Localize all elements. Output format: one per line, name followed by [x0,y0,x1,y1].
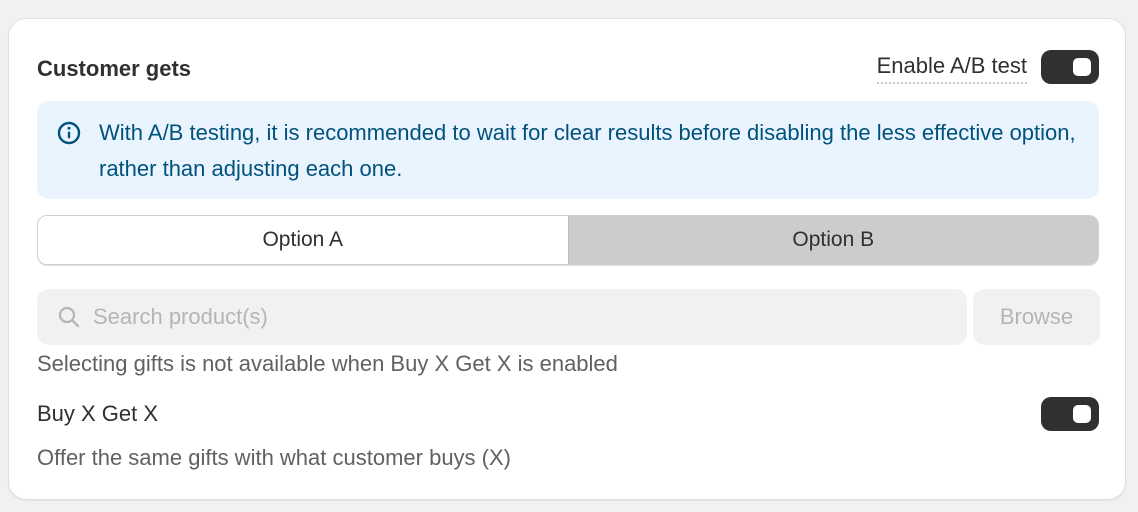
enable-ab-test-toggle[interactable] [1041,50,1099,84]
search-icon [58,306,80,328]
buy-x-get-x-toggle[interactable] [1041,397,1099,431]
product-search [37,289,967,345]
tab-option-b[interactable]: Option B [567,216,1098,264]
option-switcher: Option A Option B [37,215,1099,265]
buy-x-get-x-description: Offer the same gifts with what customer … [37,445,511,470]
section-title: Customer gets [37,56,192,81]
buy-x-get-x-title: Buy X Get X [37,401,159,426]
customer-gets-card: Customer gets Enable A/B test With A/B t… [8,18,1126,500]
info-icon [57,121,81,145]
browse-button[interactable]: Browse [973,289,1100,345]
tab-option-a[interactable]: Option A [38,216,568,264]
toggle-knob [1073,58,1091,76]
gift-selection-help-text: Selecting gifts is not available when Bu… [37,351,618,376]
banner-text: With A/B testing, it is recommended to w… [99,120,1076,181]
ab-testing-info-banner: With A/B testing, it is recommended to w… [37,101,1099,199]
toggle-knob [1073,405,1091,423]
search-products-input[interactable] [93,289,953,345]
enable-ab-test-label[interactable]: Enable A/B test [876,52,1027,84]
